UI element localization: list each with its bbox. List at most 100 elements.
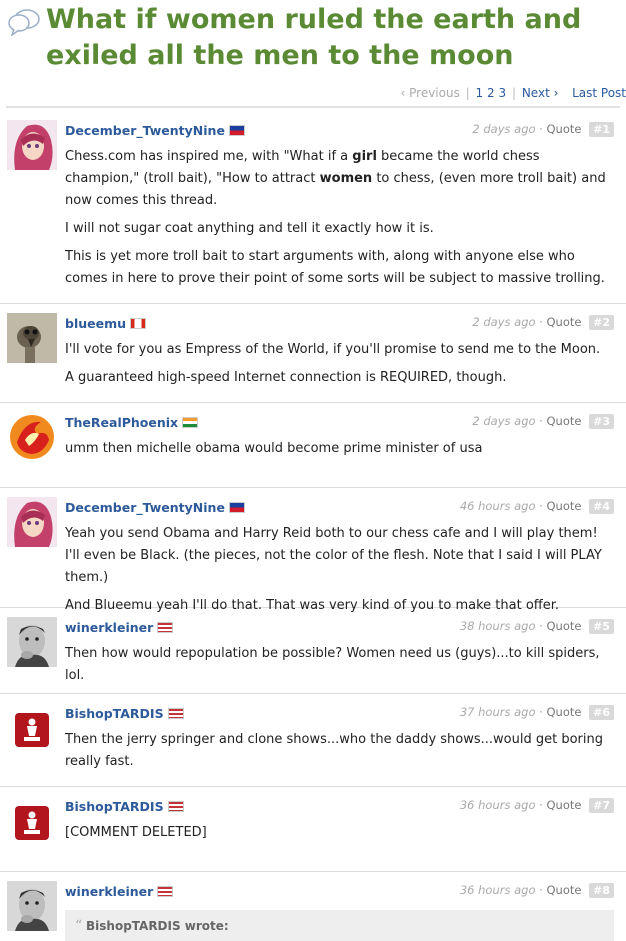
post-number[interactable]: #3 — [589, 414, 614, 429]
post-meta: 38 hours ago · Quote #5 — [460, 619, 614, 634]
post-time: 2 days ago — [472, 315, 536, 329]
previous-label: Previous — [409, 86, 460, 100]
forum-post: December_TwentyNine 2 days ago · Quote #… — [0, 110, 626, 304]
post-paragraph: Chess.com has inspired me, with "What if… — [65, 149, 606, 208]
page-title: What if women ruled the earth and exiled… — [46, 4, 582, 71]
post-number[interactable]: #5 — [589, 619, 614, 634]
avatar[interactable] — [7, 497, 57, 547]
quote-button[interactable]: Quote — [547, 619, 582, 633]
avatar[interactable] — [7, 412, 57, 462]
post-author[interactable]: BishopTARDIS — [65, 799, 184, 814]
post-number[interactable]: #2 — [589, 315, 614, 330]
post-number[interactable]: #1 — [589, 122, 614, 137]
separator: | — [465, 86, 470, 100]
quote-button[interactable]: Quote — [547, 499, 582, 513]
post-time: 46 hours ago — [459, 499, 536, 513]
username[interactable]: blueemu — [65, 316, 126, 331]
post-number[interactable]: #6 — [589, 705, 614, 720]
pagination: ‹ Previous | 1 2 3 | Next › Last Post — [401, 86, 626, 100]
post-author[interactable]: blueemu — [65, 316, 147, 331]
quote-button[interactable]: Quote — [547, 414, 582, 428]
post-author[interactable]: winerkleiner — [65, 620, 174, 635]
post-number[interactable]: #4 — [589, 499, 614, 514]
avatar[interactable] — [7, 617, 57, 667]
post-meta: 2 days ago · Quote #3 — [472, 414, 614, 429]
quote-button[interactable]: Quote — [547, 705, 582, 719]
canada-flag-icon — [130, 318, 147, 329]
avatar[interactable] — [7, 881, 57, 931]
usa-flag-icon — [157, 622, 174, 633]
post-number[interactable]: #7 — [589, 798, 614, 813]
post-time: 36 hours ago — [459, 798, 536, 812]
usa-flag-icon — [157, 886, 174, 897]
forum-post: winerkleiner 38 hours ago · Quote #5 The… — [0, 607, 626, 694]
post-body: umm then michelle obama would become pri… — [65, 438, 616, 466]
forum-post: TheRealPhoenix 2 days ago · Quote #3 umm… — [0, 402, 626, 488]
page-link-3[interactable]: 3 — [498, 86, 506, 100]
india-flag-icon — [182, 417, 199, 428]
post-time: 36 hours ago — [459, 883, 536, 897]
post-paragraph: A guaranteed high-speed Internet connect… — [65, 370, 507, 385]
post-body: Then the jerry springer and clone shows.… — [65, 729, 616, 779]
username[interactable]: December_TwentyNine — [65, 123, 225, 138]
separator: | — [511, 86, 516, 100]
next-label: Next — [521, 86, 550, 100]
page-link-2[interactable]: 2 — [487, 86, 495, 100]
post-meta: 37 hours ago · Quote #6 — [460, 705, 614, 720]
quote-button[interactable]: Quote — [547, 798, 582, 812]
usa-flag-icon — [167, 708, 184, 719]
philippines-flag-icon — [228, 502, 245, 513]
username[interactable]: December_TwentyNine — [65, 500, 225, 515]
post-paragraph: I'll vote for you as Empress of the Worl… — [65, 342, 601, 357]
post-author[interactable]: December_TwentyNine — [65, 123, 245, 138]
post-meta: 36 hours ago · Quote #7 — [460, 798, 614, 813]
username[interactable]: BishopTARDIS — [65, 799, 164, 814]
usa-flag-icon — [167, 801, 184, 812]
divider — [6, 106, 620, 108]
quote-button[interactable]: Quote — [547, 315, 582, 329]
quote-button[interactable]: Quote — [547, 883, 582, 897]
post-author[interactable]: BishopTARDIS — [65, 706, 184, 721]
post-body: I'll vote for you as Empress of the Worl… — [65, 339, 616, 395]
bold-word: girl — [352, 149, 377, 164]
avatar[interactable] — [7, 120, 57, 170]
post-paragraph: Then how would repopulation be possible?… — [65, 646, 600, 683]
quote-button[interactable]: Quote — [547, 122, 582, 136]
forum-post: December_TwentyNine 46 hours ago · Quote… — [0, 487, 626, 613]
username[interactable]: BishopTARDIS — [65, 706, 164, 721]
post-author[interactable]: December_TwentyNine — [65, 500, 245, 515]
avatar[interactable] — [7, 796, 57, 846]
post-time: 2 days ago — [472, 414, 536, 428]
post-meta: 36 hours ago · Quote #8 — [460, 883, 614, 898]
previous-link[interactable]: ‹ Previous — [401, 86, 460, 100]
post-paragraph: [COMMENT DELETED] — [65, 825, 207, 840]
post-body: Chess.com has inspired me, with "What if… — [65, 146, 616, 296]
post-author[interactable]: TheRealPhoenix — [65, 415, 199, 430]
post-paragraph: umm then michelle obama would become pri… — [65, 441, 483, 456]
post-author[interactable]: winerkleiner — [65, 884, 174, 899]
post-meta: 2 days ago · Quote #1 — [472, 122, 614, 137]
page-link-1[interactable]: 1 — [476, 86, 484, 100]
quote-author: BishopTARDIS wrote: — [86, 919, 229, 933]
post-meta: 46 hours ago · Quote #4 — [460, 499, 614, 514]
forum-header: What if women ruled the earth and exiled… — [0, 0, 626, 76]
post-body: [COMMENT DELETED] — [65, 822, 616, 850]
username[interactable]: winerkleiner — [65, 884, 153, 899]
post-number[interactable]: #8 — [589, 883, 614, 898]
speech-bubble-icon — [8, 9, 40, 36]
next-link[interactable]: Next › — [522, 86, 559, 100]
post-time: 38 hours ago — [459, 619, 536, 633]
post-paragraph: Then the jerry springer and clone shows.… — [65, 732, 603, 769]
post-time: 37 hours ago — [459, 705, 536, 719]
post-paragraph: This is yet more troll bait to start arg… — [65, 249, 605, 286]
quote-mark-icon: “ — [75, 918, 83, 934]
username[interactable]: TheRealPhoenix — [65, 415, 178, 430]
username[interactable]: winerkleiner — [65, 620, 153, 635]
bold-word: women — [319, 171, 373, 186]
post-paragraph: Yeah you send Obama and Harry Reid both … — [65, 526, 602, 585]
avatar[interactable] — [7, 313, 57, 363]
avatar[interactable] — [7, 703, 57, 753]
last-post-link[interactable]: Last Post — [572, 86, 626, 100]
post-meta: 2 days ago · Quote #2 — [472, 315, 614, 330]
post-time: 2 days ago — [472, 122, 536, 136]
